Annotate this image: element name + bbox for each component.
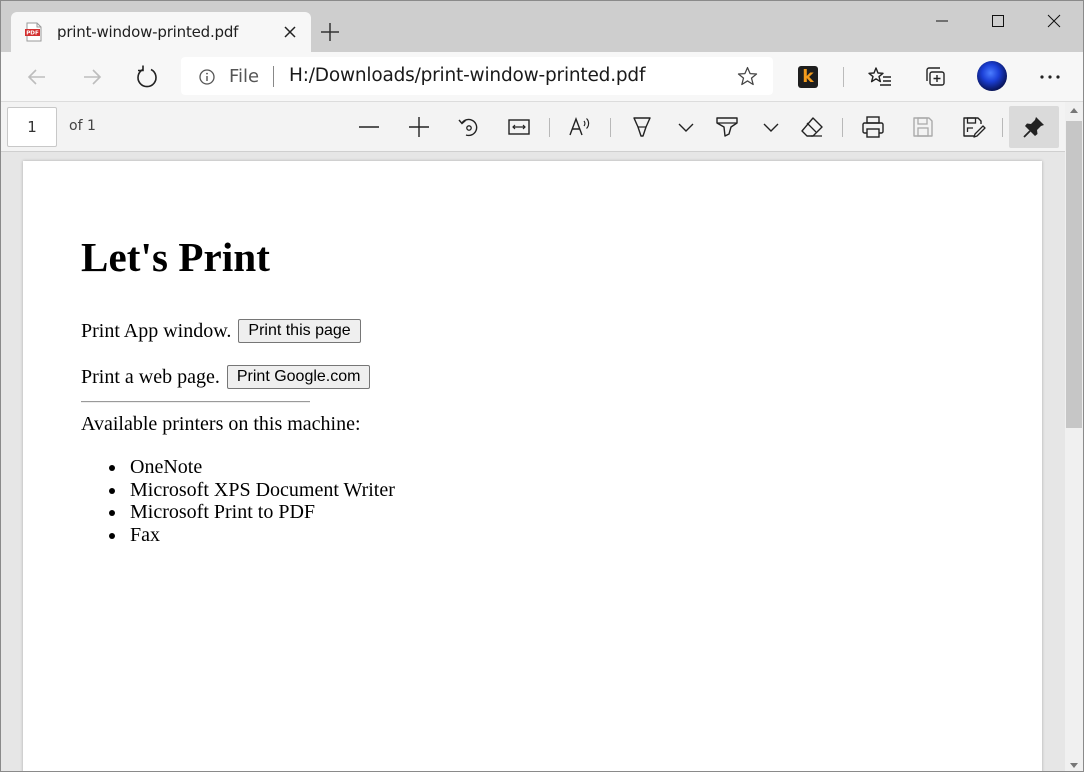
favorites-icon[interactable] bbox=[867, 64, 893, 90]
maximize-button[interactable] bbox=[969, 1, 1027, 41]
list-item: Microsoft XPS Document Writer bbox=[109, 478, 395, 501]
back-arrow-icon[interactable] bbox=[24, 64, 50, 90]
tab-title: print-window-printed.pdf bbox=[57, 23, 239, 41]
print-google-button[interactable]: Print Google.com bbox=[226, 365, 371, 389]
zoom-in-icon[interactable] bbox=[406, 114, 432, 140]
draw-icon[interactable] bbox=[629, 114, 655, 140]
pin-icon bbox=[1023, 117, 1044, 138]
star-icon[interactable] bbox=[737, 66, 758, 87]
pdf-toolbar: 1 of 1 bbox=[1, 101, 1083, 152]
address-divider bbox=[273, 66, 274, 87]
fit-page-icon[interactable] bbox=[506, 114, 532, 140]
chevron-down-icon[interactable] bbox=[758, 114, 784, 140]
collections-icon[interactable] bbox=[923, 64, 949, 90]
pdf-page: Let's Print Print App window. Print this… bbox=[23, 161, 1042, 771]
url-text[interactable]: H:/Downloads/print-window-printed.pdf bbox=[289, 65, 645, 86]
close-icon[interactable] bbox=[282, 24, 298, 40]
print-this-page-button[interactable]: Print this page bbox=[238, 319, 361, 343]
highlight-icon[interactable] bbox=[714, 114, 740, 140]
navigation-bar: File H:/Downloads/print-window-printed.p… bbox=[1, 52, 1083, 101]
toolbar-divider bbox=[549, 118, 550, 137]
minimize-button[interactable] bbox=[913, 1, 971, 41]
extension-k-icon[interactable]: k bbox=[798, 66, 818, 88]
plus-icon[interactable] bbox=[319, 21, 341, 43]
toolbar-divider bbox=[1002, 118, 1003, 137]
pdf-file-icon: PDF bbox=[25, 22, 42, 42]
save-icon[interactable] bbox=[910, 114, 936, 140]
eraser-icon[interactable] bbox=[799, 114, 825, 140]
read-aloud-icon[interactable] bbox=[567, 114, 593, 140]
tab-strip: PDF print-window-printed.pdf bbox=[1, 1, 1083, 52]
list-item: OneNote bbox=[109, 456, 395, 479]
page-count: of 1 bbox=[69, 118, 96, 134]
scheme-label: File bbox=[229, 66, 260, 87]
forward-arrow-icon[interactable] bbox=[79, 64, 105, 90]
print-icon[interactable] bbox=[860, 114, 886, 140]
info-icon[interactable] bbox=[199, 69, 215, 85]
printer-list: OneNote Microsoft XPS Document Writer Mi… bbox=[109, 456, 395, 547]
zoom-out-icon[interactable] bbox=[356, 114, 382, 140]
avatar[interactable] bbox=[977, 61, 1007, 91]
list-item: Fax bbox=[109, 524, 395, 547]
pdf-favicon-label: PDF bbox=[26, 31, 39, 37]
pdf-viewer: Let's Print Print App window. Print this… bbox=[1, 152, 1065, 771]
divider bbox=[81, 401, 310, 403]
maximize-icon bbox=[992, 15, 1004, 27]
print-web-text: Print a web page. bbox=[81, 366, 220, 388]
printers-label: Available printers on this machine: bbox=[81, 413, 361, 435]
toolbar-divider bbox=[843, 67, 844, 87]
chevron-down-icon[interactable] bbox=[673, 114, 699, 140]
toolbar-divider bbox=[842, 118, 843, 137]
pin-toolbar-button[interactable] bbox=[1009, 106, 1059, 148]
window-close-button[interactable] bbox=[1025, 1, 1083, 41]
print-window-line: Print App window. Print this page bbox=[81, 319, 361, 343]
print-window-text: Print App window. bbox=[81, 320, 232, 342]
close-icon bbox=[1047, 14, 1061, 28]
print-web-line: Print a web page. Print Google.com bbox=[81, 365, 371, 389]
scroll-down-icon[interactable] bbox=[1070, 763, 1078, 768]
address-bar[interactable]: File H:/Downloads/print-window-printed.p… bbox=[181, 57, 773, 95]
more-icon[interactable] bbox=[1037, 64, 1063, 90]
tab-active[interactable]: PDF print-window-printed.pdf bbox=[11, 12, 311, 52]
browser-window: PDF print-window-printed.pdf File H:/Dow… bbox=[0, 0, 1084, 772]
refresh-icon[interactable] bbox=[134, 64, 160, 90]
scrollbar-thumb[interactable] bbox=[1066, 121, 1082, 428]
toolbar-divider bbox=[610, 118, 611, 137]
page-number-input[interactable]: 1 bbox=[7, 107, 57, 147]
page-heading: Let's Print bbox=[81, 234, 270, 280]
rotate-icon[interactable] bbox=[456, 114, 482, 140]
vertical-scrollbar[interactable] bbox=[1065, 102, 1083, 771]
scroll-up-icon[interactable] bbox=[1070, 108, 1078, 113]
minimize-icon bbox=[936, 20, 948, 22]
save-as-icon[interactable] bbox=[960, 114, 986, 140]
list-item: Microsoft Print to PDF bbox=[109, 501, 395, 524]
